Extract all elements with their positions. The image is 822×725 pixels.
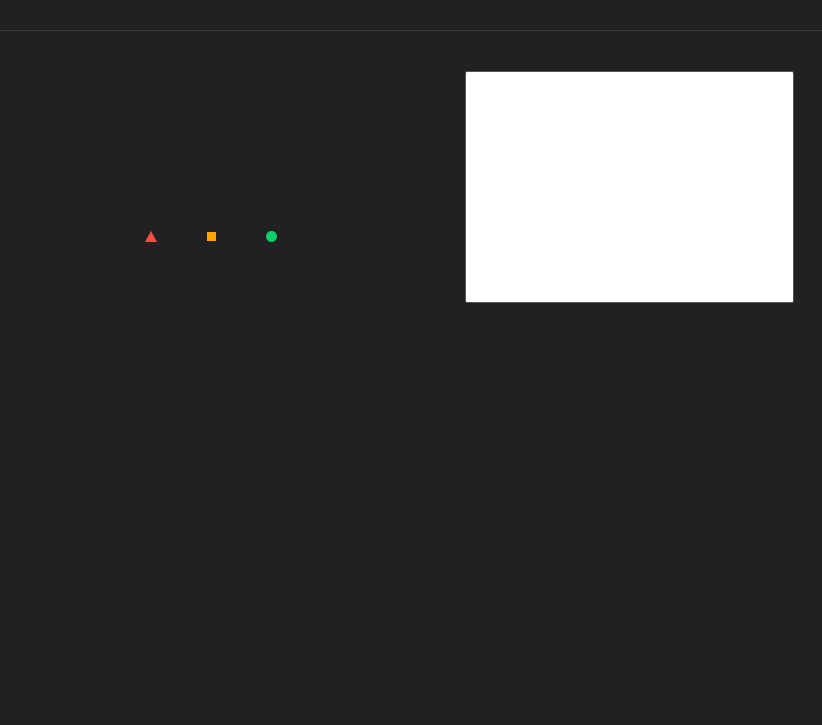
performance-summary xyxy=(28,71,405,242)
main-content xyxy=(0,31,822,401)
gauge-summary-row xyxy=(0,0,822,31)
page-screenshot xyxy=(465,71,794,303)
legend-mid xyxy=(207,232,226,241)
circle-icon xyxy=(266,231,277,242)
legend-high xyxy=(266,231,287,242)
score-legend xyxy=(145,231,287,242)
performance-section xyxy=(28,71,794,303)
square-icon xyxy=(207,232,216,241)
performance-big-gauge xyxy=(166,71,266,171)
triangle-icon xyxy=(145,231,157,242)
legend-low xyxy=(145,231,167,242)
